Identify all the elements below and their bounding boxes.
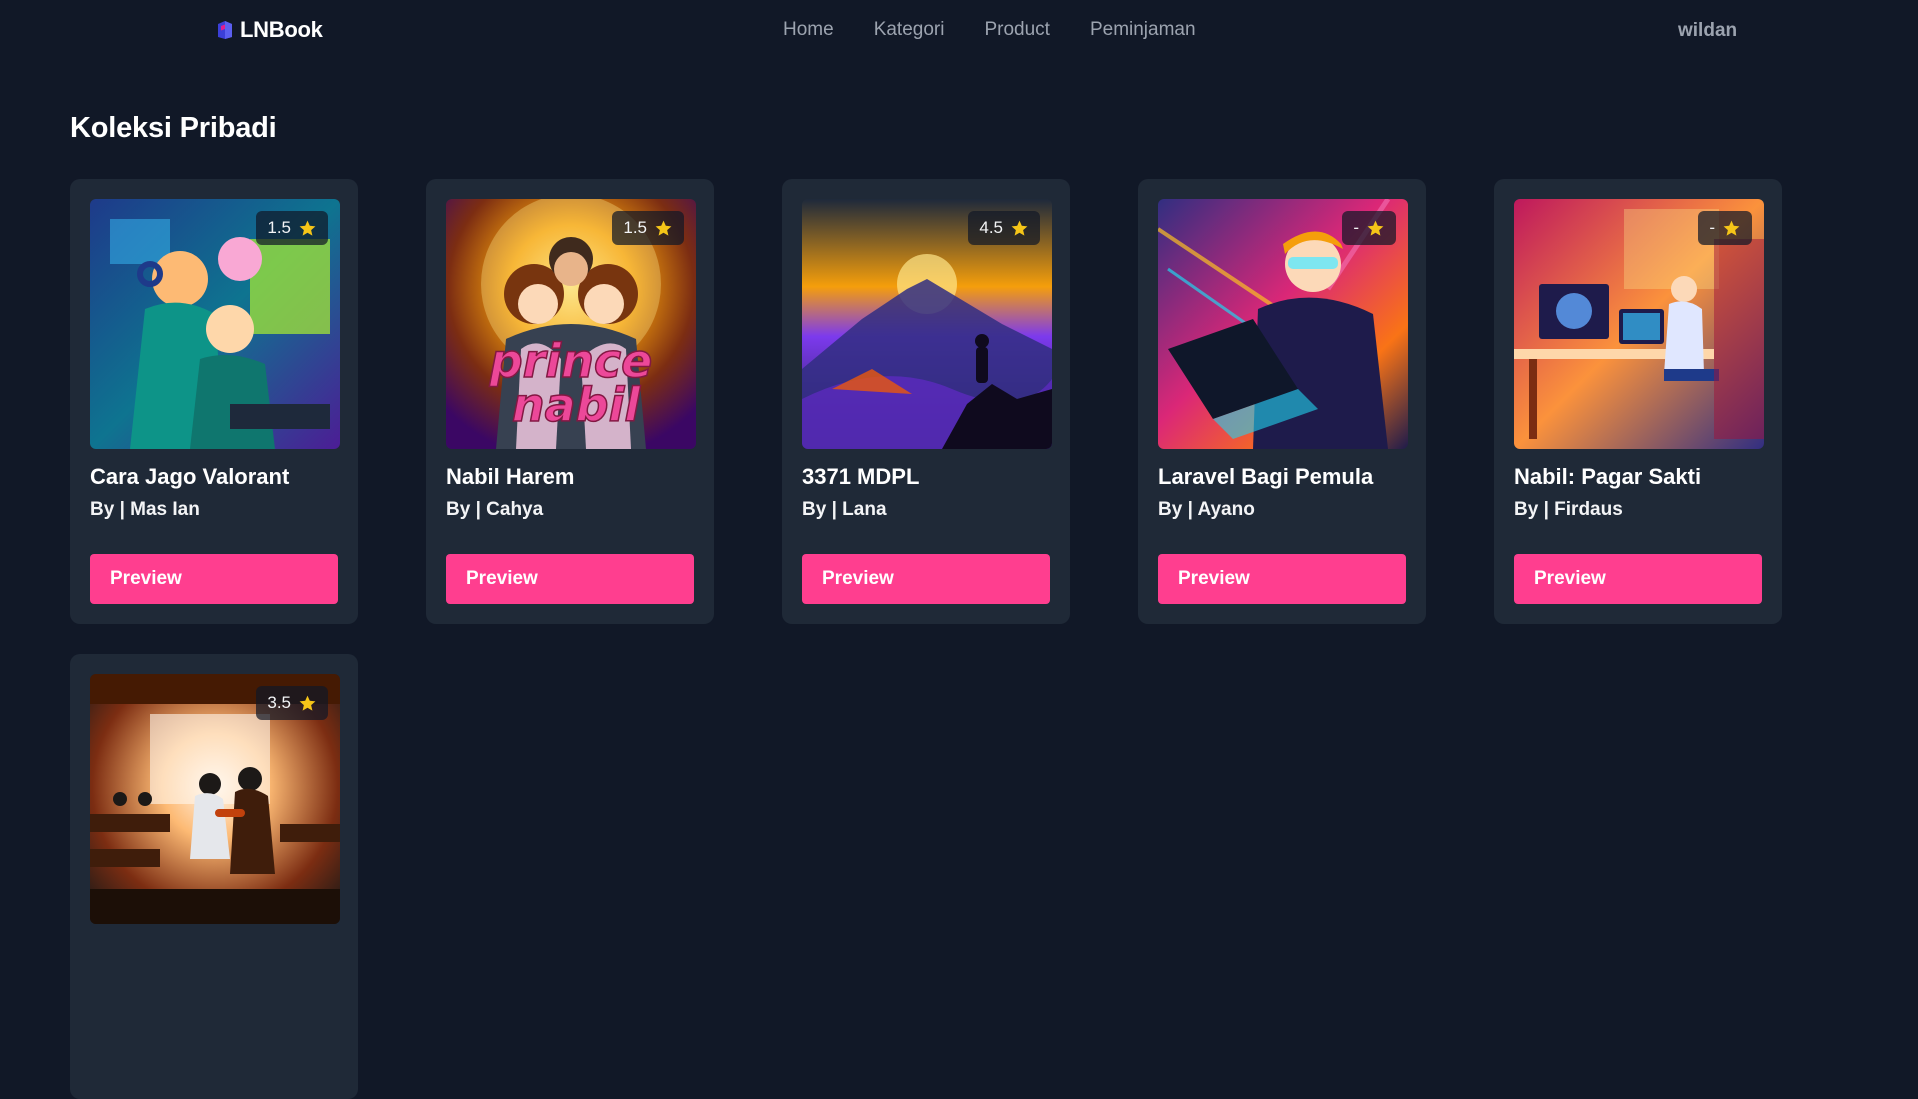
nav-link-kategori[interactable]: Kategori bbox=[874, 19, 945, 41]
rating-value: 4.5 bbox=[979, 218, 1003, 237]
rating-badge: 4.5 bbox=[968, 211, 1040, 245]
preview-button[interactable]: Preview bbox=[446, 554, 694, 604]
book-cover-image[interactable]: 3.5 bbox=[90, 674, 340, 924]
book-cover-image[interactable]: 1.5 bbox=[90, 199, 340, 449]
preview-button[interactable]: Preview bbox=[1514, 554, 1762, 604]
star-icon bbox=[298, 694, 317, 713]
book-grid: 1.5 Cara Jago Valorant By | Mas Ian Prev… bbox=[70, 179, 1860, 1099]
book-card: prince nabil 1.5 Nabil Harem By | Cahya … bbox=[426, 179, 714, 624]
rating-value: - bbox=[1353, 218, 1359, 237]
book-cover-image[interactable]: 4.5 bbox=[802, 199, 1052, 449]
rating-badge: 3.5 bbox=[256, 686, 328, 720]
rating-badge: - bbox=[1342, 211, 1396, 245]
page-title: Koleksi Pribadi bbox=[70, 112, 277, 144]
book-logo-icon bbox=[218, 21, 232, 39]
rating-value: 3.5 bbox=[267, 693, 291, 712]
book-author: By | Lana bbox=[802, 499, 887, 520]
rating-value: 1.5 bbox=[623, 218, 647, 237]
book-card: 3.5 bbox=[70, 654, 358, 1099]
star-icon bbox=[298, 219, 317, 238]
preview-button[interactable]: Preview bbox=[90, 554, 338, 604]
book-author: By | Cahya bbox=[446, 499, 544, 520]
rating-badge: 1.5 bbox=[256, 211, 328, 245]
star-icon bbox=[1366, 219, 1385, 238]
book-cover-image[interactable]: prince nabil 1.5 bbox=[446, 199, 696, 449]
star-icon bbox=[1722, 219, 1741, 238]
nav-links: Home Kategori Product Peminjaman bbox=[783, 19, 1196, 41]
book-card: - Nabil: Pagar Sakti By | Firdaus Previe… bbox=[1494, 179, 1782, 624]
book-author: By | Mas Ian bbox=[90, 499, 200, 520]
book-cover-image[interactable]: - bbox=[1158, 199, 1408, 449]
preview-button[interactable]: Preview bbox=[1158, 554, 1406, 604]
book-card: - Laravel Bagi Pemula By | Ayano Preview bbox=[1138, 179, 1426, 624]
book-cover-image[interactable]: - bbox=[1514, 199, 1764, 449]
book-title: Laravel Bagi Pemula bbox=[1158, 464, 1374, 489]
star-icon bbox=[654, 219, 673, 238]
nav-link-home[interactable]: Home bbox=[783, 19, 834, 41]
brand-logo-link[interactable]: LNBook bbox=[216, 17, 323, 43]
book-title: Nabil: Pagar Sakti bbox=[1514, 464, 1702, 489]
rating-value: 1.5 bbox=[267, 218, 291, 237]
book-card: 4.5 3371 MDPL By | Lana Preview bbox=[782, 179, 1070, 624]
cover-text-nabil: nabil bbox=[512, 378, 641, 432]
star-icon bbox=[1010, 219, 1029, 238]
user-menu[interactable]: wildan bbox=[1678, 20, 1737, 42]
book-card: 1.5 Cara Jago Valorant By | Mas Ian Prev… bbox=[70, 179, 358, 624]
book-author: By | Ayano bbox=[1158, 499, 1255, 520]
nav-link-product[interactable]: Product bbox=[984, 19, 1049, 41]
book-title: Nabil Harem bbox=[446, 464, 575, 489]
rating-badge: - bbox=[1698, 211, 1752, 245]
nav-link-peminjaman[interactable]: Peminjaman bbox=[1090, 19, 1196, 41]
rating-badge: 1.5 bbox=[612, 211, 684, 245]
book-title: 3371 MDPL bbox=[802, 464, 920, 489]
brand-name: LNBook bbox=[240, 17, 323, 42]
book-author: By | Firdaus bbox=[1514, 499, 1623, 520]
rating-value: - bbox=[1709, 218, 1715, 237]
book-title: Cara Jago Valorant bbox=[90, 464, 290, 489]
navbar: LNBook Home Kategori Product Peminjaman … bbox=[0, 0, 1918, 62]
preview-button[interactable]: Preview bbox=[802, 554, 1050, 604]
